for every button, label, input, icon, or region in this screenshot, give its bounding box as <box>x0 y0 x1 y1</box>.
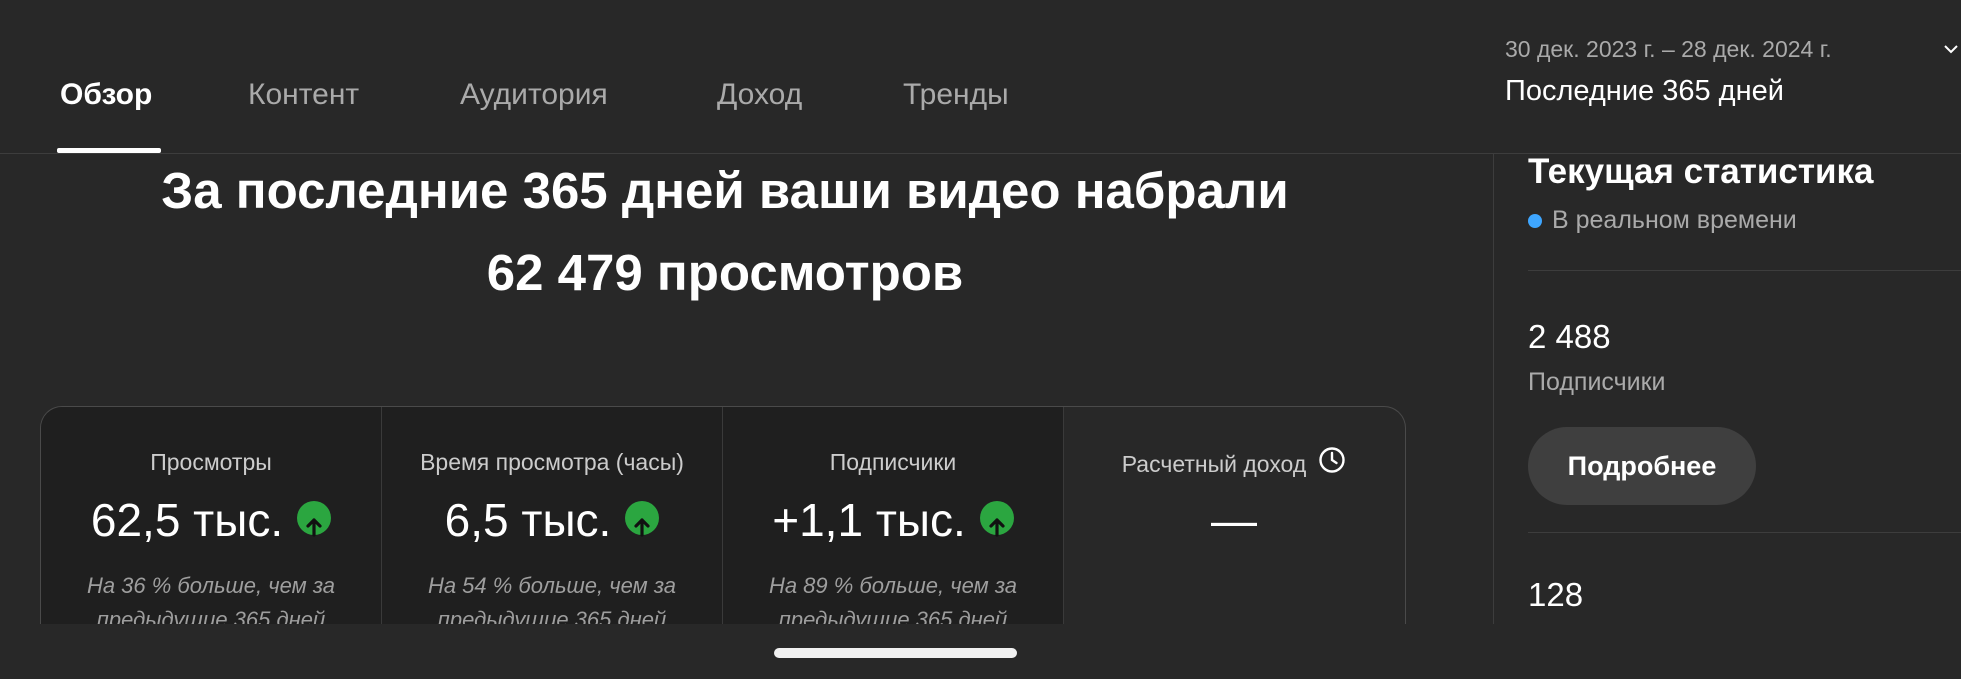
metric-card-views[interactable]: Просмотры 62,5 тыс. На 36 % больше, чем … <box>41 407 381 637</box>
metric-title-text: Расчетный доход <box>1121 451 1307 478</box>
panel-divider <box>1528 532 1961 533</box>
realtime-live: В реальном времени <box>1528 206 1797 235</box>
headline-line-1: За последние 365 дней ваши видео набрали <box>161 162 1289 219</box>
metric-title: Время просмотра (часы) <box>420 449 684 475</box>
subscribers-label: Подписчики <box>1528 368 1666 396</box>
top-bar: Обзор Контент Аудитория Доход Тренды 30 … <box>0 0 1961 154</box>
sidebar-divider <box>1493 154 1494 624</box>
chevron-down-icon[interactable] <box>1944 42 1958 56</box>
panel-divider <box>1528 270 1961 271</box>
realtime-next-value: 128 <box>1528 576 1584 613</box>
metric-value: 6,5 тыс. <box>382 493 722 547</box>
metric-card-subscribers[interactable]: Подписчики +1,1 тыс. На 89 % больше, чем… <box>723 407 1063 637</box>
date-range-selector[interactable]: 30 дек. 2023 г. – 28 дек. 2024 г. Послед… <box>1505 36 1832 108</box>
metric-value: — <box>1211 494 1257 546</box>
realtime-title: Текущая статистика <box>1528 152 1874 191</box>
metric-value-text: 6,5 тыс. <box>444 494 612 546</box>
metric-title: Просмотры <box>150 449 272 475</box>
tab-overview[interactable]: Обзор <box>60 78 152 112</box>
arrow-up-icon <box>297 500 332 537</box>
metric-title: Подписчики <box>829 449 957 475</box>
date-range-dates: 30 дек. 2023 г. – 28 дек. 2024 г. <box>1505 36 1832 62</box>
details-button[interactable]: Подробнее <box>1528 427 1756 505</box>
subscribers-count: 2 488 <box>1528 318 1611 355</box>
home-indicator[interactable] <box>774 648 1017 658</box>
live-dot-icon <box>1528 214 1542 228</box>
tab-audience[interactable]: Аудитория <box>460 78 608 112</box>
metric-cards: Просмотры 62,5 тыс. На 36 % больше, чем … <box>40 406 1406 637</box>
arrow-up-icon <box>979 500 1014 537</box>
tab-content[interactable]: Контент <box>248 78 359 112</box>
tab-trends[interactable]: Тренды <box>903 78 1009 112</box>
metric-value-text: +1,1 тыс. <box>772 494 966 546</box>
metric-title: Расчетный доход <box>1064 446 1404 483</box>
metric-card-revenue[interactable]: Расчетный доход — <box>1064 407 1404 637</box>
tab-revenue[interactable]: Доход <box>717 78 802 112</box>
page-headline: За последние 365 дней ваши видео набрали… <box>40 150 1410 314</box>
clock-icon <box>1318 446 1346 480</box>
metric-value-text: 62,5 тыс. <box>90 494 284 546</box>
date-range-label: Последние 365 дней <box>1505 75 1784 107</box>
live-label: В реальном времени <box>1552 206 1797 234</box>
metric-value: 62,5 тыс. <box>41 493 381 547</box>
metric-card-watch-time[interactable]: Время просмотра (часы) 6,5 тыс. На 54 % … <box>382 407 722 637</box>
headline-line-2: 62 479 просмотров <box>486 244 964 301</box>
arrow-up-icon <box>625 500 660 537</box>
metric-value: +1,1 тыс. <box>723 493 1063 547</box>
